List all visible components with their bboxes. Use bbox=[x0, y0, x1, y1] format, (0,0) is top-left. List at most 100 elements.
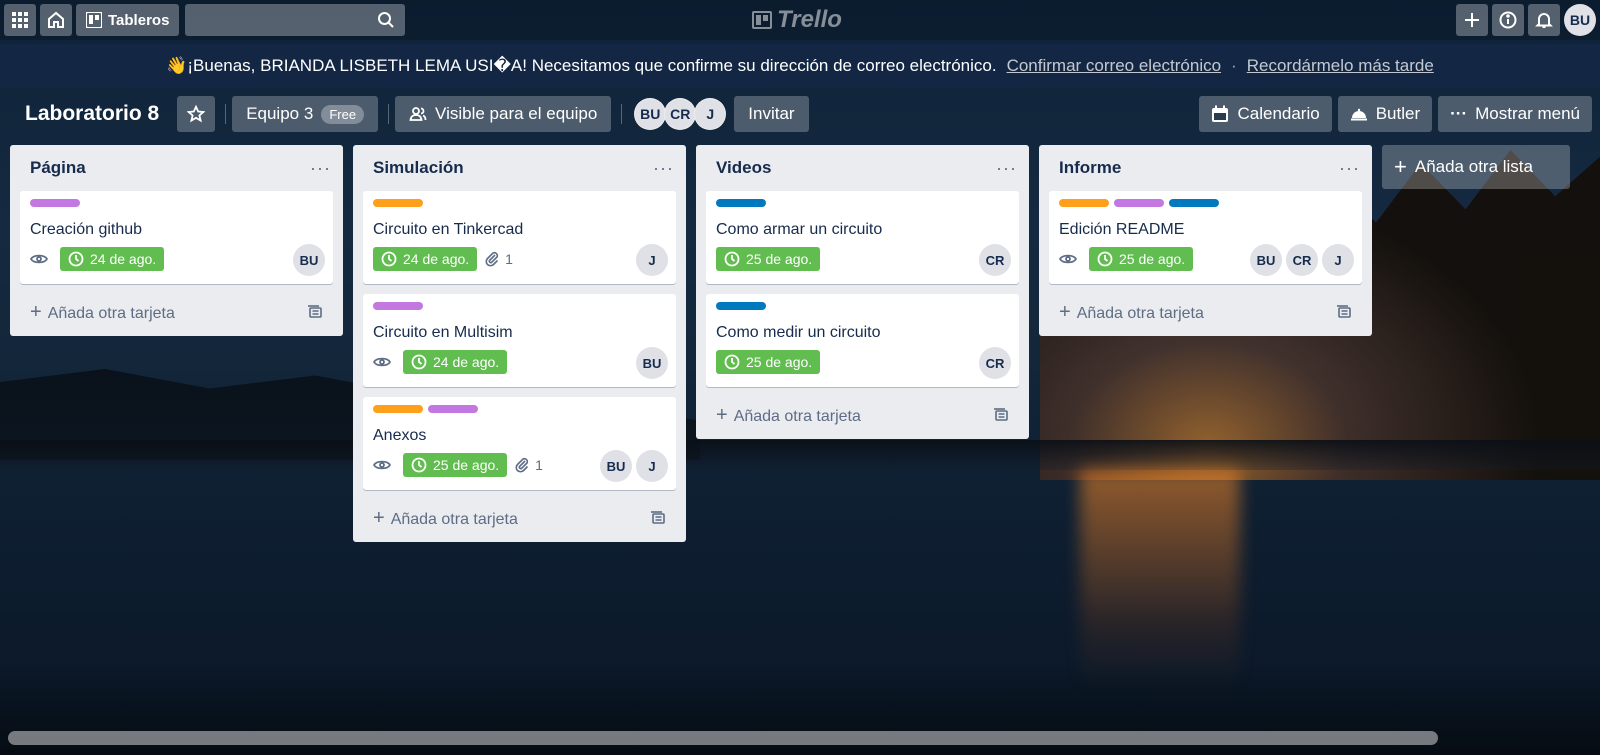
add-card-label: Añada otra tarjeta bbox=[390, 510, 518, 528]
card[interactable]: Como armar un circuito 25 de ago. CR bbox=[706, 191, 1019, 284]
trello-logo[interactable]: Trello bbox=[752, 6, 842, 34]
list-title[interactable]: Informe bbox=[1059, 158, 1121, 178]
confirm-email-link[interactable]: Confirmar correo electrónico bbox=[1007, 56, 1221, 76]
user-avatar[interactable]: BU bbox=[1564, 4, 1596, 36]
list-title[interactable]: Página bbox=[30, 158, 86, 178]
label-blue[interactable] bbox=[1169, 199, 1219, 207]
add-card-button[interactable]: + Añada otra tarjeta bbox=[704, 397, 1021, 433]
create-button[interactable] bbox=[1456, 4, 1488, 36]
board-title[interactable]: Laboratorio 8 bbox=[8, 102, 177, 126]
butler-bell-icon bbox=[1350, 108, 1367, 121]
plus-icon bbox=[1465, 13, 1479, 27]
apps-grid-button[interactable] bbox=[4, 4, 36, 36]
member-initials: J bbox=[648, 252, 656, 268]
card-member-avatar[interactable]: J bbox=[1322, 244, 1354, 276]
list-header: Simulación ··· bbox=[353, 145, 686, 191]
label-orange[interactable] bbox=[1059, 199, 1109, 207]
invite-button[interactable]: Invitar bbox=[734, 96, 809, 132]
clock-icon bbox=[724, 251, 740, 267]
label-blue[interactable] bbox=[716, 199, 766, 207]
boards-button[interactable]: Tableros bbox=[76, 4, 180, 36]
due-date-text: 25 de ago. bbox=[433, 457, 500, 473]
calendar-icon bbox=[1212, 105, 1229, 122]
list-header: Videos ··· bbox=[696, 145, 1029, 191]
card-labels bbox=[30, 199, 323, 209]
add-card-button[interactable]: + Añada otra tarjeta bbox=[1047, 294, 1364, 330]
card-member-avatar[interactable]: BU bbox=[600, 450, 632, 482]
card[interactable]: Circuito en Tinkercad 24 de ago. 1 J bbox=[363, 191, 676, 284]
card-title: Circuito en Multisim bbox=[373, 324, 513, 341]
due-date-badge[interactable]: 25 de ago. bbox=[403, 453, 508, 477]
clock-icon bbox=[411, 354, 427, 370]
card[interactable]: Circuito en Multisim 24 de ago. BU bbox=[363, 294, 676, 387]
list-title[interactable]: Videos bbox=[716, 158, 771, 178]
add-list-button[interactable]: + Añada otra lista bbox=[1382, 145, 1570, 189]
card[interactable]: Edición README 25 de ago. BU CR J bbox=[1049, 191, 1362, 284]
card-template-icon[interactable] bbox=[1336, 304, 1352, 320]
list-menu-icon[interactable]: ··· bbox=[1339, 158, 1360, 179]
due-date-badge[interactable]: 25 de ago. bbox=[716, 247, 821, 271]
list-menu-icon[interactable]: ··· bbox=[996, 158, 1017, 179]
member-avatar[interactable]: BU bbox=[634, 98, 667, 130]
add-list-label: Añada otra lista bbox=[1414, 157, 1533, 176]
info-button[interactable] bbox=[1492, 4, 1524, 36]
card-template-icon[interactable] bbox=[650, 510, 666, 526]
list-menu-icon[interactable]: ··· bbox=[653, 158, 674, 179]
visibility-button[interactable]: Visible para el equipo bbox=[395, 96, 612, 132]
card-member-avatar[interactable]: BU bbox=[636, 347, 668, 379]
card[interactable]: Anexos 25 de ago. 1 BU J bbox=[363, 397, 676, 490]
card-member-avatar[interactable]: J bbox=[636, 450, 668, 482]
card-member-avatar[interactable]: BU bbox=[1250, 244, 1282, 276]
member-initials: BU bbox=[640, 106, 661, 122]
card[interactable]: Creación github 24 de ago. BU bbox=[20, 191, 333, 284]
add-card-button[interactable]: + Añada otra tarjeta bbox=[361, 500, 678, 536]
list-column[interactable]: Página ··· Creación github 24 de ago. BU + Aña… bbox=[10, 145, 343, 336]
card-member-avatar[interactable]: CR bbox=[979, 244, 1011, 276]
label-blue[interactable] bbox=[716, 302, 766, 310]
calendar-button[interactable]: Calendario bbox=[1199, 96, 1332, 132]
due-date-badge[interactable]: 25 de ago. bbox=[716, 350, 821, 374]
due-date-badge[interactable]: 24 de ago. bbox=[403, 350, 508, 374]
butler-button[interactable]: Butler bbox=[1337, 96, 1433, 132]
card-member-avatar[interactable]: J bbox=[636, 244, 668, 276]
bell-icon bbox=[1535, 13, 1553, 28]
card[interactable]: Como medir un circuito 25 de ago. CR bbox=[706, 294, 1019, 387]
list-menu-icon[interactable]: ··· bbox=[310, 158, 331, 179]
label-orange[interactable] bbox=[373, 405, 423, 413]
label-purple[interactable] bbox=[30, 199, 80, 207]
card-template-icon[interactable] bbox=[993, 407, 1009, 423]
card-member-avatar[interactable]: BU bbox=[293, 244, 325, 276]
due-date-badge[interactable]: 24 de ago. bbox=[373, 247, 478, 271]
search-input[interactable] bbox=[185, 4, 406, 36]
star-board-button[interactable] bbox=[177, 96, 216, 132]
member-initials: J bbox=[648, 458, 656, 474]
list-column[interactable]: Informe ··· Edición README 25 de ago. BU CR J +… bbox=[1039, 145, 1372, 336]
label-orange[interactable] bbox=[373, 199, 423, 207]
top-navbar: Tableros Trello BU bbox=[0, 0, 1600, 40]
home-button[interactable] bbox=[40, 4, 72, 36]
list-column[interactable]: Simulación ··· Circuito en Tinkercad 24 de … bbox=[353, 145, 686, 542]
card-badges: 25 de ago. bbox=[716, 247, 1009, 271]
card-member-avatar[interactable]: CR bbox=[979, 347, 1011, 379]
card-title: Creación github bbox=[30, 221, 143, 238]
notifications-button[interactable] bbox=[1528, 4, 1560, 36]
team-button[interactable]: Equipo 3 Free bbox=[232, 96, 379, 132]
email-confirmation-banner: 👋¡Buenas, BRIANDA LISBETH LEMA USI�A! Ne… bbox=[0, 44, 1600, 88]
label-purple[interactable] bbox=[373, 302, 423, 310]
card-labels bbox=[716, 199, 1009, 209]
card-template-icon[interactable] bbox=[307, 304, 323, 320]
card-labels bbox=[373, 199, 666, 209]
add-card-button[interactable]: + Añada otra tarjeta bbox=[18, 294, 335, 330]
card-member-avatar[interactable]: CR bbox=[1286, 244, 1318, 276]
due-date-badge[interactable]: 25 de ago. bbox=[1089, 247, 1194, 271]
member-avatar[interactable]: J bbox=[694, 98, 727, 130]
show-menu-button[interactable]: ··· Mostrar menú bbox=[1438, 96, 1592, 132]
list-title[interactable]: Simulación bbox=[373, 158, 464, 178]
remind-later-link[interactable]: Recordármelo más tarde bbox=[1247, 56, 1434, 76]
list-column[interactable]: Videos ··· Como armar un circuito 25 de ago… bbox=[696, 145, 1029, 439]
member-avatar[interactable]: CR bbox=[664, 98, 697, 130]
label-purple[interactable] bbox=[1114, 199, 1164, 207]
due-date-badge[interactable]: 24 de ago. bbox=[60, 247, 165, 271]
horizontal-scrollbar[interactable] bbox=[8, 731, 1438, 745]
label-purple[interactable] bbox=[428, 405, 478, 413]
